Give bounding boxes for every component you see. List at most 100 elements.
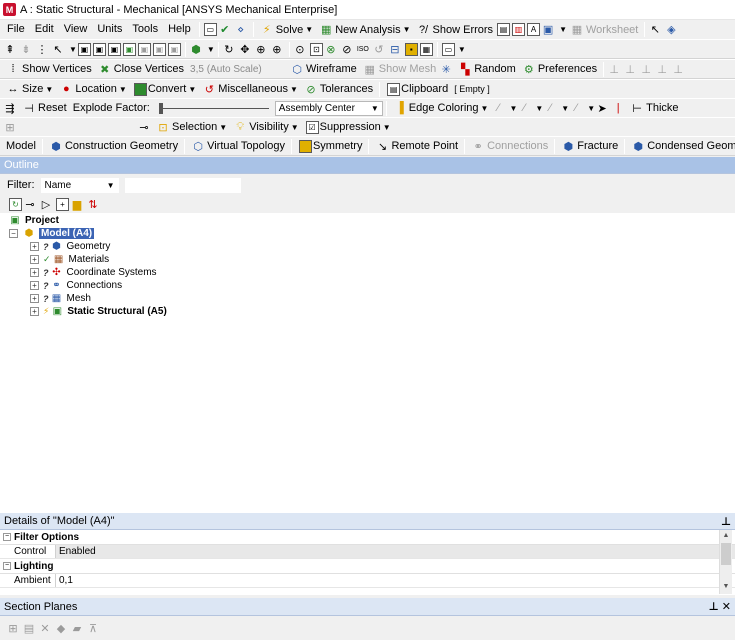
menu-edit[interactable]: Edit: [30, 21, 59, 38]
display-icon[interactable]: ▦: [419, 42, 433, 56]
select-node-icon[interactable]: ▣: [137, 42, 151, 56]
new-analysis-button[interactable]: ▦ New Analysis ▼: [316, 21, 413, 38]
preferences-button[interactable]: ⚙ Preferences: [519, 61, 600, 78]
unpin-icon[interactable]: ⇟: [19, 42, 33, 56]
solve-button[interactable]: ⚡ Solve ▼: [257, 21, 316, 38]
scroll-up-icon[interactable]: ▲: [720, 530, 732, 542]
expand-collapse-icon[interactable]: ▷: [39, 197, 53, 211]
context-help-icon[interactable]: ↖: [648, 23, 662, 37]
assembly-center-dropdown[interactable]: Assembly Center ▼: [274, 100, 383, 116]
select-face-icon[interactable]: ▣: [107, 42, 121, 56]
rotate-icon[interactable]: ↻: [222, 42, 236, 56]
clipboard-button[interactable]: ▤ Clipboard: [383, 81, 451, 98]
show-errors-button[interactable]: ?/Show Errors: [414, 21, 497, 38]
dropdown-arrow-icon[interactable]: ▼: [509, 104, 517, 113]
dropdown-arrow-icon[interactable]: ▼: [188, 85, 196, 94]
tree-filter-icon[interactable]: ⊸: [137, 120, 151, 134]
axis-iso-icon[interactable]: ⊥: [671, 62, 685, 76]
dropdown-arrow-icon[interactable]: ▼: [45, 85, 53, 94]
wireframe-button[interactable]: ⬡ Wireframe: [287, 61, 360, 78]
collapse-icon[interactable]: −: [9, 229, 18, 238]
check-icon[interactable]: ✔: [218, 23, 232, 37]
property-group-filter-options[interactable]: − Filter Options: [0, 530, 735, 545]
edge-style-3-icon[interactable]: ⁄: [543, 101, 557, 115]
pin-icon[interactable]: ⊥: [721, 515, 731, 528]
show-plane-icon[interactable]: ◆: [54, 621, 68, 635]
previous-view-icon[interactable]: ↺: [372, 42, 386, 56]
auto-scale-field[interactable]: 3,5 (Auto Scale): [187, 62, 287, 77]
folder-icon[interactable]: ▆: [70, 197, 84, 211]
property-group-lighting[interactable]: − Lighting: [0, 559, 735, 574]
edge-style-1-icon[interactable]: ⁄: [491, 101, 505, 115]
expand-icon[interactable]: +: [30, 294, 39, 303]
delete-section-plane-icon[interactable]: ✕: [38, 621, 52, 635]
new-section-plane-icon[interactable]: ⊞: [6, 621, 20, 635]
iso-view-icon[interactable]: ISO: [356, 42, 370, 56]
collapse-icon[interactable]: −: [3, 533, 11, 541]
dropdown-arrow-icon[interactable]: ▼: [291, 123, 299, 132]
fracture-button[interactable]: ⬢ Fracture: [558, 138, 621, 155]
property-row-ambient[interactable]: Ambient 0,1: [0, 574, 735, 588]
condensed-geometry-button[interactable]: ⬢Condensed Geometry: [628, 138, 735, 155]
remote-point-button[interactable]: ↘ Remote Point: [372, 138, 461, 155]
axis-yz-icon[interactable]: ⊥: [623, 62, 637, 76]
worksheet-button[interactable]: ▦ Worksheet: [567, 21, 641, 38]
sort-icon[interactable]: ⇅: [86, 197, 100, 211]
dropdown-arrow-icon[interactable]: ▼: [383, 123, 391, 132]
menu-file[interactable]: File: [2, 21, 30, 38]
dropdown-arrow-icon[interactable]: ▼: [119, 85, 127, 94]
scroll-thumb[interactable]: [721, 543, 731, 565]
pan-icon[interactable]: ✥: [238, 42, 252, 56]
expand-icon[interactable]: +: [30, 281, 39, 290]
filter-dropdown[interactable]: Name ▼: [40, 177, 119, 193]
tag-icon[interactable]: ◈: [664, 23, 678, 37]
arrow-icon[interactable]: ➤: [595, 101, 609, 115]
construction-geometry-button[interactable]: ⬢ Construction Geometry: [46, 138, 181, 155]
dropdown-arrow-icon[interactable]: ▼: [207, 45, 215, 54]
select-element-icon[interactable]: ▣: [167, 42, 181, 56]
explode-icon[interactable]: ✳: [439, 62, 453, 76]
expand-icon[interactable]: +: [30, 307, 39, 316]
dropdown-arrow-icon[interactable]: ▼: [305, 25, 313, 34]
explode-factor-slider[interactable]: [158, 102, 269, 115]
pin-icon[interactable]: ⇞: [3, 42, 17, 56]
edge-style-4-icon[interactable]: ⁄: [569, 101, 583, 115]
axis-zx-icon[interactable]: ⊥: [639, 62, 653, 76]
expand-icon[interactable]: +: [30, 268, 39, 277]
location-button[interactable]: ● Location ▼: [56, 81, 130, 98]
pin-icon[interactable]: ⊥: [709, 601, 719, 613]
edge-coloring-button[interactable]: ▐ Edge Coloring ▼: [390, 100, 492, 117]
select-edge-icon[interactable]: ▣: [92, 42, 106, 56]
tree-item-connections[interactable]: + ? ⚭ Connections: [30, 279, 122, 292]
viewport-icon[interactable]: ▭: [441, 42, 455, 56]
property-row-control[interactable]: Control Enabled: [0, 545, 735, 559]
selection-button[interactable]: ⊡ Selection ▼: [153, 119, 230, 136]
tree-item-geometry[interactable]: + ? ⬢ Geometry: [30, 240, 110, 253]
dropdown-arrow-icon[interactable]: ▼: [219, 123, 227, 132]
dropdown-arrow-icon[interactable]: ▼: [559, 25, 567, 34]
extend-selection-icon[interactable]: ⬢: [189, 42, 203, 56]
dropdown-arrow-icon[interactable]: ▼: [403, 25, 411, 34]
tolerances-button[interactable]: ⊘ Tolerances: [301, 81, 376, 98]
menu-view[interactable]: View: [59, 21, 93, 38]
connections-button[interactable]: ⚭ Connections: [468, 138, 551, 155]
explode-view-icon[interactable]: ⇶: [3, 101, 17, 115]
dropdown-arrow-icon[interactable]: ▼: [561, 104, 569, 113]
expand-all-icon[interactable]: +: [56, 197, 69, 211]
dropdown-arrow-icon[interactable]: ▼: [535, 104, 543, 113]
random-colors-button[interactable]: ▚ Random: [455, 61, 519, 78]
zoom-box-icon[interactable]: ⊙: [293, 42, 307, 56]
tree-item-materials[interactable]: + ✓ ▦ Materials: [30, 253, 109, 266]
thicken-button[interactable]: ⊢ Thicke: [627, 100, 681, 117]
scroll-down-icon[interactable]: ▼: [720, 581, 732, 593]
refresh-tree-icon[interactable]: ↻: [9, 197, 22, 211]
chart-icon[interactable]: ▥: [512, 23, 526, 36]
snap-icon[interactable]: ⋮: [35, 42, 49, 56]
thickness-bar-icon[interactable]: |: [611, 101, 625, 115]
tree-item-mesh[interactable]: + ? ▦ Mesh: [30, 292, 91, 305]
show-whole-icon[interactable]: ▰: [70, 621, 84, 635]
tree-search-icon[interactable]: ⊸: [23, 197, 37, 211]
menu-help[interactable]: Help: [163, 21, 196, 38]
reset-button[interactable]: ⊣ Reset: [19, 100, 70, 117]
axis-xy-icon[interactable]: ⊥: [607, 62, 621, 76]
